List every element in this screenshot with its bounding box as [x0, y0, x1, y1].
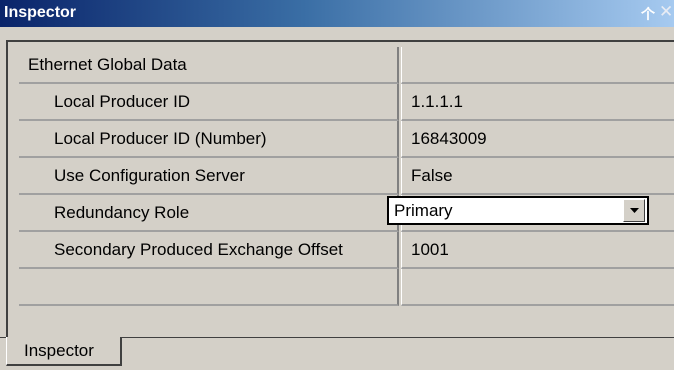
property-grid: Ethernet Global Data Local Producer ID 1…: [19, 47, 674, 337]
tab-strip: Inspector: [0, 337, 674, 370]
empty-name-cell: [19, 269, 399, 306]
window-title: Inspector: [4, 4, 77, 21]
grid-row-use-configuration-server[interactable]: Use Configuration Server False: [19, 158, 674, 195]
property-value[interactable]: 16843009: [401, 121, 674, 158]
property-value[interactable]: 1.1.1.1: [401, 84, 674, 121]
empty-value-cell: [401, 269, 674, 306]
property-value[interactable]: False: [401, 158, 674, 195]
section-header: Ethernet Global Data: [19, 47, 399, 84]
title-bar: Inspector 个 ✕: [0, 0, 674, 27]
grid-border-left: [6, 40, 8, 337]
grid-row-local-producer-id[interactable]: Local Producer ID 1.1.1.1: [19, 84, 674, 121]
chevron-down-icon: [630, 208, 639, 213]
dropdown-selected-value: Primary: [394, 201, 453, 220]
pin-icon[interactable]: 个: [641, 4, 655, 23]
property-name: Local Producer ID: [19, 84, 399, 121]
grid-row-secondary-produced-exchange-offset[interactable]: Secondary Produced Exchange Offset 1001: [19, 232, 674, 269]
property-name: Redundancy Role: [19, 195, 399, 232]
grid-row-local-producer-id-number[interactable]: Local Producer ID (Number) 16843009: [19, 121, 674, 158]
section-value: [401, 47, 674, 84]
property-name: Local Producer ID (Number): [19, 121, 399, 158]
tab-inspector[interactable]: Inspector: [6, 337, 122, 366]
property-name: Use Configuration Server: [19, 158, 399, 195]
redundancy-role-dropdown[interactable]: Primary: [387, 196, 649, 225]
property-name: Secondary Produced Exchange Offset: [19, 232, 399, 269]
property-value[interactable]: 1001: [401, 232, 674, 269]
grid-border-top: [6, 40, 674, 42]
close-icon[interactable]: ✕: [659, 2, 674, 22]
grid-row-empty: [19, 269, 674, 306]
dropdown-button[interactable]: [623, 199, 645, 222]
grid-row-section[interactable]: Ethernet Global Data: [19, 47, 674, 84]
